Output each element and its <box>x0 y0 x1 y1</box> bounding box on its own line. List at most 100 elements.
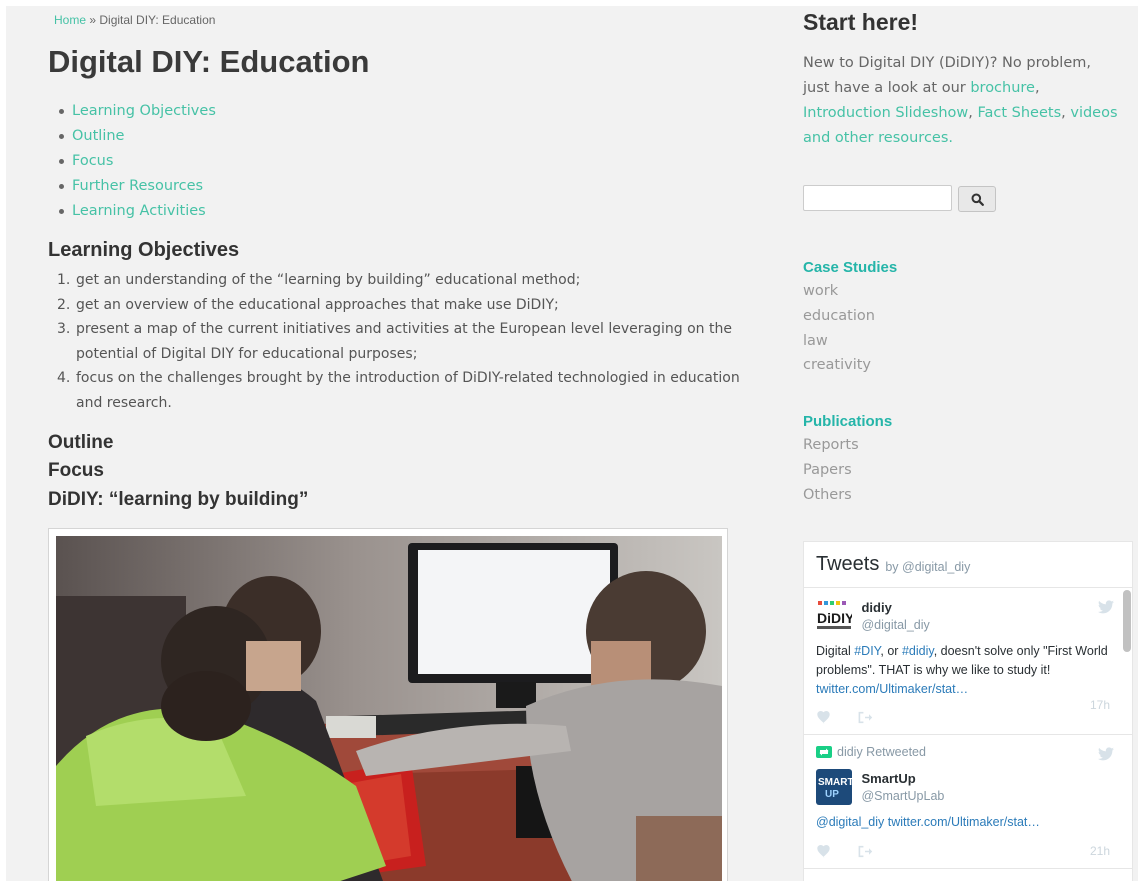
objective-item: 4. focus on the challenges brought by the… <box>54 366 754 415</box>
timeline-title: Tweets <box>816 553 880 575</box>
tweet-author-name: SmartUp <box>861 771 916 786</box>
objective-number: 1. <box>57 272 71 288</box>
tweet-actions <box>816 711 1120 724</box>
share-icon[interactable] <box>857 845 873 858</box>
search-input[interactable] <box>803 185 952 211</box>
retweeted-by-label: didiy Retweeted <box>837 745 926 759</box>
objective-text: focus on the challenges brought by the i… <box>76 370 740 411</box>
publications-heading: Publications <box>803 413 893 430</box>
objective-item: 2. get an overview of the educational app… <box>54 293 754 318</box>
tweet-timestamp[interactable]: 17h <box>1090 698 1110 712</box>
fact-sheets-link[interactable]: Fact Sheets <box>978 105 1062 121</box>
case-studies-list: work education law creativity <box>803 279 875 378</box>
introduction-slideshow-link[interactable]: Introduction Slideshow <box>803 105 968 121</box>
tweet-author[interactable]: didiy @digital_diy <box>861 598 929 632</box>
tweet-author-handle: @SmartUpLab <box>861 789 945 803</box>
tweet-actions: 21h <box>816 844 1120 858</box>
toc-link-outline[interactable]: Outline <box>72 128 124 144</box>
objective-number: 4. <box>57 370 71 386</box>
intro-text-1: New to Digital DIY (DiDIY)? No problem, … <box>803 55 1091 96</box>
classroom-photo <box>56 536 722 881</box>
brochure-link[interactable]: brochure <box>970 80 1035 96</box>
intro-sep-3: , <box>1061 105 1071 121</box>
retweet-icon <box>816 746 832 758</box>
toc-link-learning-activities[interactable]: Learning Activities <box>72 203 206 219</box>
tweet-text-part: , or <box>880 644 902 658</box>
toc-link-learning-objectives[interactable]: Learning Objectives <box>72 103 216 119</box>
case-study-item-education[interactable]: education <box>803 304 875 329</box>
toc-link-focus[interactable]: Focus <box>72 153 113 169</box>
objective-item: 3. present a map of the current initiativ… <box>54 317 754 366</box>
tweet-text: @digital_diy twitter.com/Ultimaker/stat… <box>816 813 1112 832</box>
like-heart-icon[interactable] <box>816 844 831 858</box>
case-study-item-law[interactable]: law <box>803 329 875 354</box>
timeline-scrollbar-thumb[interactable] <box>1123 590 1131 652</box>
timeline-header: Tweets by @digital_diy <box>804 542 1132 588</box>
search-button[interactable] <box>958 186 996 212</box>
tweet: DiDIY didiy @digital_diy Digital #DIY, o… <box>804 588 1132 735</box>
publication-item-reports[interactable]: Reports <box>803 433 859 458</box>
learning-objectives-list: 1. get an understanding of the “learning … <box>54 268 754 415</box>
intro-text: New to Digital DIY (DiDIY)? No problem, … <box>803 51 1118 151</box>
learning-objectives-heading: Learning Objectives <box>48 239 240 261</box>
breadcrumb-separator: » <box>86 13 100 27</box>
objective-text: present a map of the current initiatives… <box>76 321 732 362</box>
like-heart-icon[interactable] <box>816 711 831 724</box>
search-icon <box>971 193 984 206</box>
page: Home » Digital DIY: Education Digital DI… <box>6 6 1138 881</box>
toc-item: Focus <box>54 150 216 175</box>
twitter-bird-icon[interactable] <box>1098 747 1114 761</box>
toc-link-further-resources[interactable]: Further Resources <box>72 178 203 194</box>
objective-number: 3. <box>57 321 71 337</box>
tweet-text: Digital #DIY, or #didiy, doesn't solve o… <box>816 642 1112 699</box>
publication-item-others[interactable]: Others <box>803 483 859 508</box>
photo-figure <box>48 528 728 881</box>
objective-number: 2. <box>57 296 71 313</box>
twitter-timeline: Tweets by @digital_diy DiDIY didiy @digi… <box>803 541 1133 881</box>
tweet-text-part: Digital <box>816 644 855 658</box>
objective-item: 1. get an understanding of the “learning … <box>54 268 754 293</box>
tweet-author[interactable]: SmartUp @SmartUpLab <box>861 769 944 803</box>
children-building-photo <box>56 536 722 881</box>
svg-text:DiDIY: DiDIY <box>817 610 852 626</box>
publication-item-papers[interactable]: Papers <box>803 458 859 483</box>
case-study-item-work[interactable]: work <box>803 279 875 304</box>
start-here-heading: Start here! <box>803 9 919 35</box>
table-of-contents: Learning Objectives Outline Focus Furthe… <box>54 100 216 225</box>
retweet-context: didiy Retweeted <box>816 745 1120 759</box>
timeline-by-link[interactable]: by @digital_diy <box>885 560 970 574</box>
didiy-learning-heading: DiDIY: “learning by building” <box>48 489 309 510</box>
svg-text:SMART: SMART <box>818 777 852 788</box>
intro-sep-1: , <box>1034 80 1040 96</box>
didiy-logo-avatar: DiDIY <box>816 598 852 634</box>
breadcrumb-current: Digital DIY: Education <box>99 13 216 27</box>
smartup-logo-avatar: SMART UP <box>816 769 852 805</box>
case-studies-heading: Case Studies <box>803 259 898 276</box>
breadcrumb-home-link[interactable]: Home <box>54 13 86 27</box>
mention-digital-diy-link[interactable]: @digital_diy <box>816 815 884 829</box>
objective-text: get an overview of the educational appro… <box>76 296 559 313</box>
objective-text: get an understanding of the “learning by… <box>76 272 581 288</box>
toc-item: Further Resources <box>54 175 216 200</box>
svg-text:UP: UP <box>825 789 839 800</box>
case-study-item-creativity[interactable]: creativity <box>803 353 875 378</box>
toc-item: Outline <box>54 125 216 150</box>
hashtag-didiy-link[interactable]: #didiy <box>902 644 934 658</box>
outline-heading: Outline <box>48 432 114 453</box>
share-icon[interactable] <box>857 711 873 724</box>
hashtag-diy-link[interactable]: #DIY <box>854 644 880 658</box>
focus-heading: Focus <box>48 460 104 481</box>
publications-list: Reports Papers Others <box>803 433 859 507</box>
tweet-url-link[interactable]: twitter.com/Ultimaker/stat… <box>816 682 968 696</box>
tweet-url-link[interactable]: twitter.com/Ultimaker/stat… <box>888 815 1040 829</box>
toc-item: Learning Objectives <box>54 100 216 125</box>
tweet: didiy Retweeted SMART UP SmartUp @SmartU… <box>804 735 1132 869</box>
breadcrumb: Home » Digital DIY: Education <box>54 13 215 27</box>
twitter-bird-icon[interactable] <box>1098 600 1114 614</box>
toc-item: Learning Activities <box>54 200 216 225</box>
page-title: Digital DIY: Education <box>48 44 370 79</box>
tweet-author-name: didiy <box>861 600 892 615</box>
tweet-timestamp[interactable]: 21h <box>1090 844 1110 858</box>
tweet-author-handle: @digital_diy <box>861 618 930 632</box>
intro-sep-2: , <box>968 105 978 121</box>
